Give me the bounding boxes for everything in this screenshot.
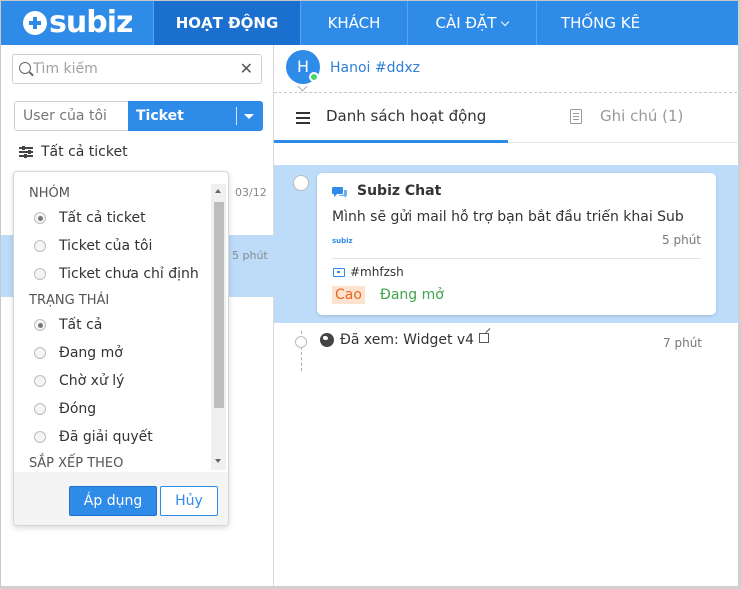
top-nav: subiz HOẠT ĐỘNG KHÁCH CÀI ĐẶT THỐNG KÊ (1, 1, 738, 45)
radio-selected[interactable] (34, 319, 46, 331)
conversation-panel: H Hanoi #ddxz Danh sách hoạt động Ghi ch… (274, 45, 738, 586)
option-label: Tất cả (59, 317, 103, 333)
subiz-logo[interactable]: subiz (1, 1, 153, 45)
option-all-tickets[interactable]: Tất cả ticket (34, 210, 146, 226)
close-icon[interactable]: ✕ (240, 59, 253, 78)
radio[interactable] (34, 240, 46, 252)
conversation-time: 5 phút (232, 249, 268, 262)
filter-dropdown: NHÓM Tất cả ticket Ticket của tôi Ticket… (13, 171, 229, 526)
option-status-all[interactable]: Tất cả (34, 317, 102, 333)
view-switch: User của tôi Ticket (14, 101, 263, 131)
nav-settings-label: CÀI ĐẶT (435, 14, 497, 32)
apply-button[interactable]: Áp dụng (69, 486, 157, 516)
message-card[interactable]: Subiz Chat Mình sẽ gửi mail hỗ trợ bạn b… (317, 173, 716, 315)
event-text: Đã xem: Widget v4 (340, 332, 475, 348)
logo-text: subiz (49, 5, 133, 40)
cancel-button[interactable]: Hủy (160, 486, 218, 516)
globe-icon (320, 333, 334, 347)
tab-label: Danh sách hoạt động (326, 107, 487, 125)
ticket-icon (333, 268, 345, 277)
event-item: Đã xem: Widget v4 (320, 332, 490, 348)
option-label: Ticket chưa chỉ định (59, 266, 199, 282)
filter-toggle[interactable]: Tất cả ticket (19, 144, 128, 160)
option-label: Tất cả ticket (59, 210, 146, 226)
timeline-dot (293, 175, 309, 191)
radio-selected[interactable] (34, 212, 46, 224)
option-label: Đang mở (59, 345, 123, 361)
dropdown-footer: Áp dụng Hủy (14, 472, 228, 525)
search-icon (19, 62, 31, 74)
option-label: Đã giải quyết (59, 429, 153, 445)
scroll-up-icon[interactable] (215, 189, 221, 193)
sliders-icon (19, 146, 33, 158)
option-label: Đóng (59, 401, 97, 417)
nav-settings[interactable]: CÀI ĐẶT (407, 1, 536, 45)
chat-icon (332, 187, 347, 198)
nav-reports[interactable]: THỐNG KÊ (536, 1, 664, 45)
priority-badge: Cao (332, 286, 365, 304)
option-status-open[interactable]: Đang mở (34, 345, 123, 361)
segment-ticket[interactable]: Ticket (128, 101, 263, 131)
ticket-id[interactable]: #mhfzsh (350, 265, 404, 279)
option-unassigned-tickets[interactable]: Ticket chưa chỉ định (34, 266, 199, 282)
note-icon (570, 109, 582, 124)
radio[interactable] (34, 347, 46, 359)
nav-activity[interactable]: HOẠT ĐỘNG (153, 1, 300, 45)
sort-heading: SẮP XẾP THEO (29, 456, 124, 471)
filter-options-list: NHÓM Tất cả ticket Ticket của tôi Ticket… (14, 172, 212, 472)
status-heading: TRẠNG THÁI (29, 293, 110, 308)
message-channel: Subiz Chat (357, 183, 442, 199)
nav-activity-label: HOẠT ĐỘNG (175, 14, 279, 32)
option-status-pending[interactable]: Chờ xử lý (34, 373, 124, 389)
nav-reports-label: THỐNG KÊ (560, 14, 641, 32)
caret-down-icon[interactable] (244, 114, 254, 119)
segment-my-users[interactable]: User của tôi (14, 101, 128, 131)
conversation-tabs: Danh sách hoạt động Ghi chú (1) (274, 93, 738, 143)
radio[interactable] (34, 375, 46, 387)
event-time: 7 phút (663, 336, 702, 350)
conversation-time: 03/12 (235, 186, 267, 199)
search-box: ✕ (12, 54, 262, 84)
app-window: subiz HOẠT ĐỘNG KHÁCH CÀI ĐẶT THỐNG KÊ ✕… (0, 0, 741, 589)
radio[interactable] (34, 403, 46, 415)
option-status-closed[interactable]: Đóng (34, 401, 96, 417)
tab-activity-list[interactable]: Danh sách hoạt động (274, 93, 508, 143)
message-time: 5 phút (662, 233, 701, 247)
external-link-icon[interactable] (479, 333, 490, 343)
radio[interactable] (34, 431, 46, 443)
chevron-down-icon (501, 17, 510, 27)
list-icon (296, 112, 310, 124)
option-label: Chờ xử lý (59, 373, 125, 389)
status-badge: Đang mở (380, 287, 444, 303)
brand-logo: subiz (332, 237, 353, 245)
filter-label: Tất cả ticket (41, 144, 128, 160)
tab-notes[interactable]: Ghi chú (1) (508, 93, 738, 143)
option-label: Ticket của tôi (59, 238, 153, 254)
segment-ticket-label: Ticket (136, 108, 184, 124)
message-text: Mình sẽ gửi mail hỗ trợ bạn bắt đầu triể… (332, 209, 684, 225)
group-heading: NHÓM (29, 186, 70, 201)
option-status-resolved[interactable]: Đã giải quyết (34, 429, 153, 445)
conversation-header: H Hanoi #ddxz (274, 45, 738, 93)
search-input[interactable] (33, 59, 233, 79)
option-my-tickets[interactable]: Ticket của tôi (34, 238, 152, 254)
divider (236, 107, 237, 125)
logo-plus-icon (23, 11, 47, 35)
conversation-title[interactable]: Hanoi #ddxz (330, 60, 420, 76)
scrollbar-thumb[interactable] (214, 202, 224, 408)
online-status-dot (309, 72, 319, 82)
tab-label: Ghi chú (1) (600, 107, 684, 125)
radio[interactable] (34, 268, 46, 280)
timeline-dot (295, 336, 307, 348)
scroll-down-icon[interactable] (215, 459, 221, 463)
divider (332, 258, 701, 259)
nav-customers-label: KHÁCH (327, 14, 381, 32)
nav-customers[interactable]: KHÁCH (300, 1, 407, 45)
